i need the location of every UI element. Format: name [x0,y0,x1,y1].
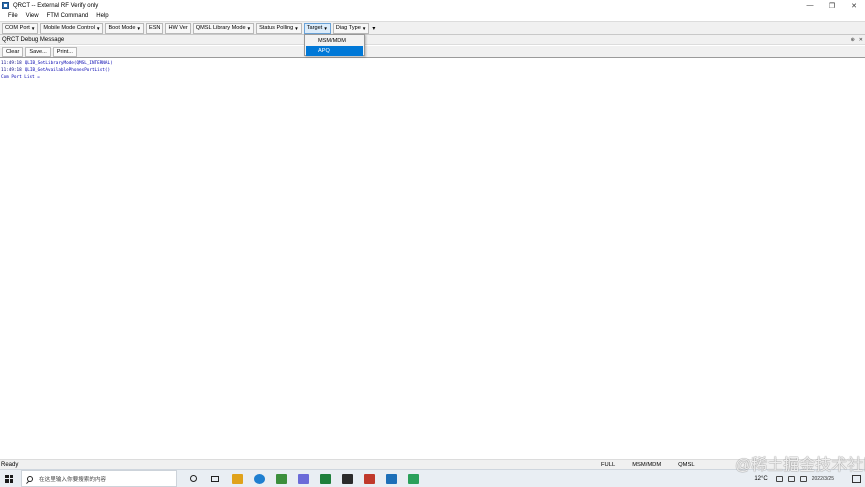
com-port-label: COM Port [5,25,30,31]
cortana-button[interactable] [187,473,199,485]
search-icon [27,475,33,482]
chevron-down-icon: ▼ [136,25,141,31]
target-dropdown-menu: MSM/MDM APQ [304,34,365,56]
app-icon [275,473,287,484]
qmsl-library-mode-button[interactable]: QMSL Library Mode ▼ [192,22,255,34]
mobile-mode-control-label: Mobile Mode Control [43,25,95,31]
folder-icon [231,473,243,484]
panel-close-icon[interactable]: ✕ [859,37,863,43]
weather-temp[interactable]: 12°C [754,476,767,482]
document-icon [363,473,375,484]
hw-ver-button[interactable]: HW Ver [165,22,191,34]
qmsl-library-mode-label: QMSL Library Mode [195,25,246,31]
status-library: QMSL [678,462,695,468]
save-button[interactable]: Save... [25,46,51,57]
clock[interactable]: 2022/3/25 [812,476,834,482]
clock-date: 2022/3/25 [811,476,834,482]
watermark: @稀土掘金技术社区 [735,457,865,474]
taskbar-app-3[interactable] [275,473,287,485]
esn-label: ESN [148,25,161,31]
taskbar-app-terminal[interactable] [341,473,353,485]
notification-icon[interactable] [852,475,861,483]
mobile-mode-control-button[interactable]: Mobile Mode Control ▼ [40,22,104,34]
log-message: QLIB_GetAvailablePhonesPortList() [24,68,111,73]
window-title: QRCT -- External RF Verify only [13,2,99,9]
log-message: QLIB_SetLibraryMode(QMSL_INTERNAL) [24,61,113,66]
window-controls: — ❐ ✕ [799,0,865,11]
taskbar-app-wps[interactable] [363,473,375,485]
status-mode: FULL [601,462,616,468]
debug-panel-title: QRCT Debug Message [2,36,65,43]
debug-panel-toolbar: Clear Save... Print... [0,46,865,58]
log-line: Com Port List = [1,74,864,81]
menu-ftm-command[interactable]: FTM Command [47,13,89,19]
chevron-down-icon: ▼ [30,25,36,31]
status-polling-button[interactable]: Status Polling ▼ [256,22,302,34]
log-time: 11:49:18 [1,68,22,73]
target-option-apq[interactable]: APQ [306,46,363,56]
app-icon [2,2,9,9]
menu-file[interactable]: File [8,13,18,19]
pin-icon[interactable]: ⊕ [851,37,855,43]
taskbar-app-qrct[interactable] [385,473,397,485]
print-button[interactable]: Print... [52,46,77,57]
diag-type-button[interactable]: Diag Type ▼ [332,22,370,34]
boot-mode-button[interactable]: Boot Mode ▼ [105,22,144,34]
diag-type-label: Diag Type [335,25,361,31]
maximize-button[interactable]: ❐ [821,0,843,11]
minimize-button[interactable]: — [799,0,821,11]
com-port-button[interactable]: COM Port ▼ [2,22,39,34]
log-line: 11:49:18 QLIB_GetAvailablePhonesPortList(… [1,67,864,74]
spreadsheet-icon [319,473,331,484]
app-icon [385,473,397,484]
target-option-msm-mdm[interactable]: MSM/MDM [306,36,363,46]
app-icon [297,473,309,484]
windows-icon [5,474,13,483]
network-icon[interactable] [775,476,783,482]
taskbar-app-edge[interactable] [253,473,265,485]
circle-icon [189,475,197,482]
task-view-icon [211,475,219,482]
debug-panel-header: QRCT Debug Message ⊕ ✕ [0,35,865,45]
menu-view[interactable]: View [26,13,39,19]
browser-icon [253,473,265,484]
taskbar-app-9[interactable] [407,473,419,485]
status-polling-label: Status Polling [259,25,294,31]
taskbar-app-excel[interactable] [319,473,331,485]
menu-bar: File View FTM Command Help [0,11,865,21]
taskbar-app-4[interactable] [297,473,309,485]
debug-log[interactable]: 11:49:18 QLIB_SetLibraryMode(QMSL_INTERNA… [0,59,865,459]
esn-button[interactable]: ESN [145,22,164,34]
chevron-down-icon: ▼ [246,25,252,31]
chevron-down-icon: ▼ [294,25,299,31]
chevron-down-icon: ▼ [323,25,328,31]
target-button[interactable]: Target ▼ [303,22,331,34]
boot-mode-label: Boot Mode [108,25,136,31]
battery-icon[interactable] [799,476,807,482]
taskbar-app-explorer[interactable] [231,473,243,485]
status-text: Ready [1,461,19,468]
chevron-down-icon: ▼ [95,25,101,31]
hw-ver-label: HW Ver [168,25,188,31]
log-line: 11:49:18 QLIB_SetLibraryMode(QMSL_INTERNA… [1,60,864,67]
app-icon [407,473,419,484]
close-button[interactable]: ✕ [843,0,865,11]
task-view-button[interactable] [209,473,221,485]
panel-controls: ⊕ ✕ [847,35,863,45]
start-button[interactable] [0,470,18,487]
title-bar: QRCT -- External RF Verify only — ❐ ✕ [0,0,865,11]
chevron-down-icon: ▼ [361,25,367,31]
search-placeholder: 在这里输入你要搜索的内容 [39,476,107,483]
taskbar-search[interactable]: 在这里输入你要搜索的内容 [21,470,177,487]
main-toolbar: COM Port ▼ Mobile Mode Control ▼ Boot Mode… [0,21,865,35]
volume-icon[interactable] [787,476,795,482]
toolbar-overflow-icon[interactable]: ▾ [372,25,375,32]
terminal-icon [341,473,353,484]
log-time: 11:49:18 [1,61,22,66]
log-message: Com Port List = [1,75,40,80]
target-label: Target [306,25,323,31]
status-target: MSM/MDM [632,462,662,468]
clear-button[interactable]: Clear [2,46,24,57]
menu-help[interactable]: Help [96,13,108,19]
